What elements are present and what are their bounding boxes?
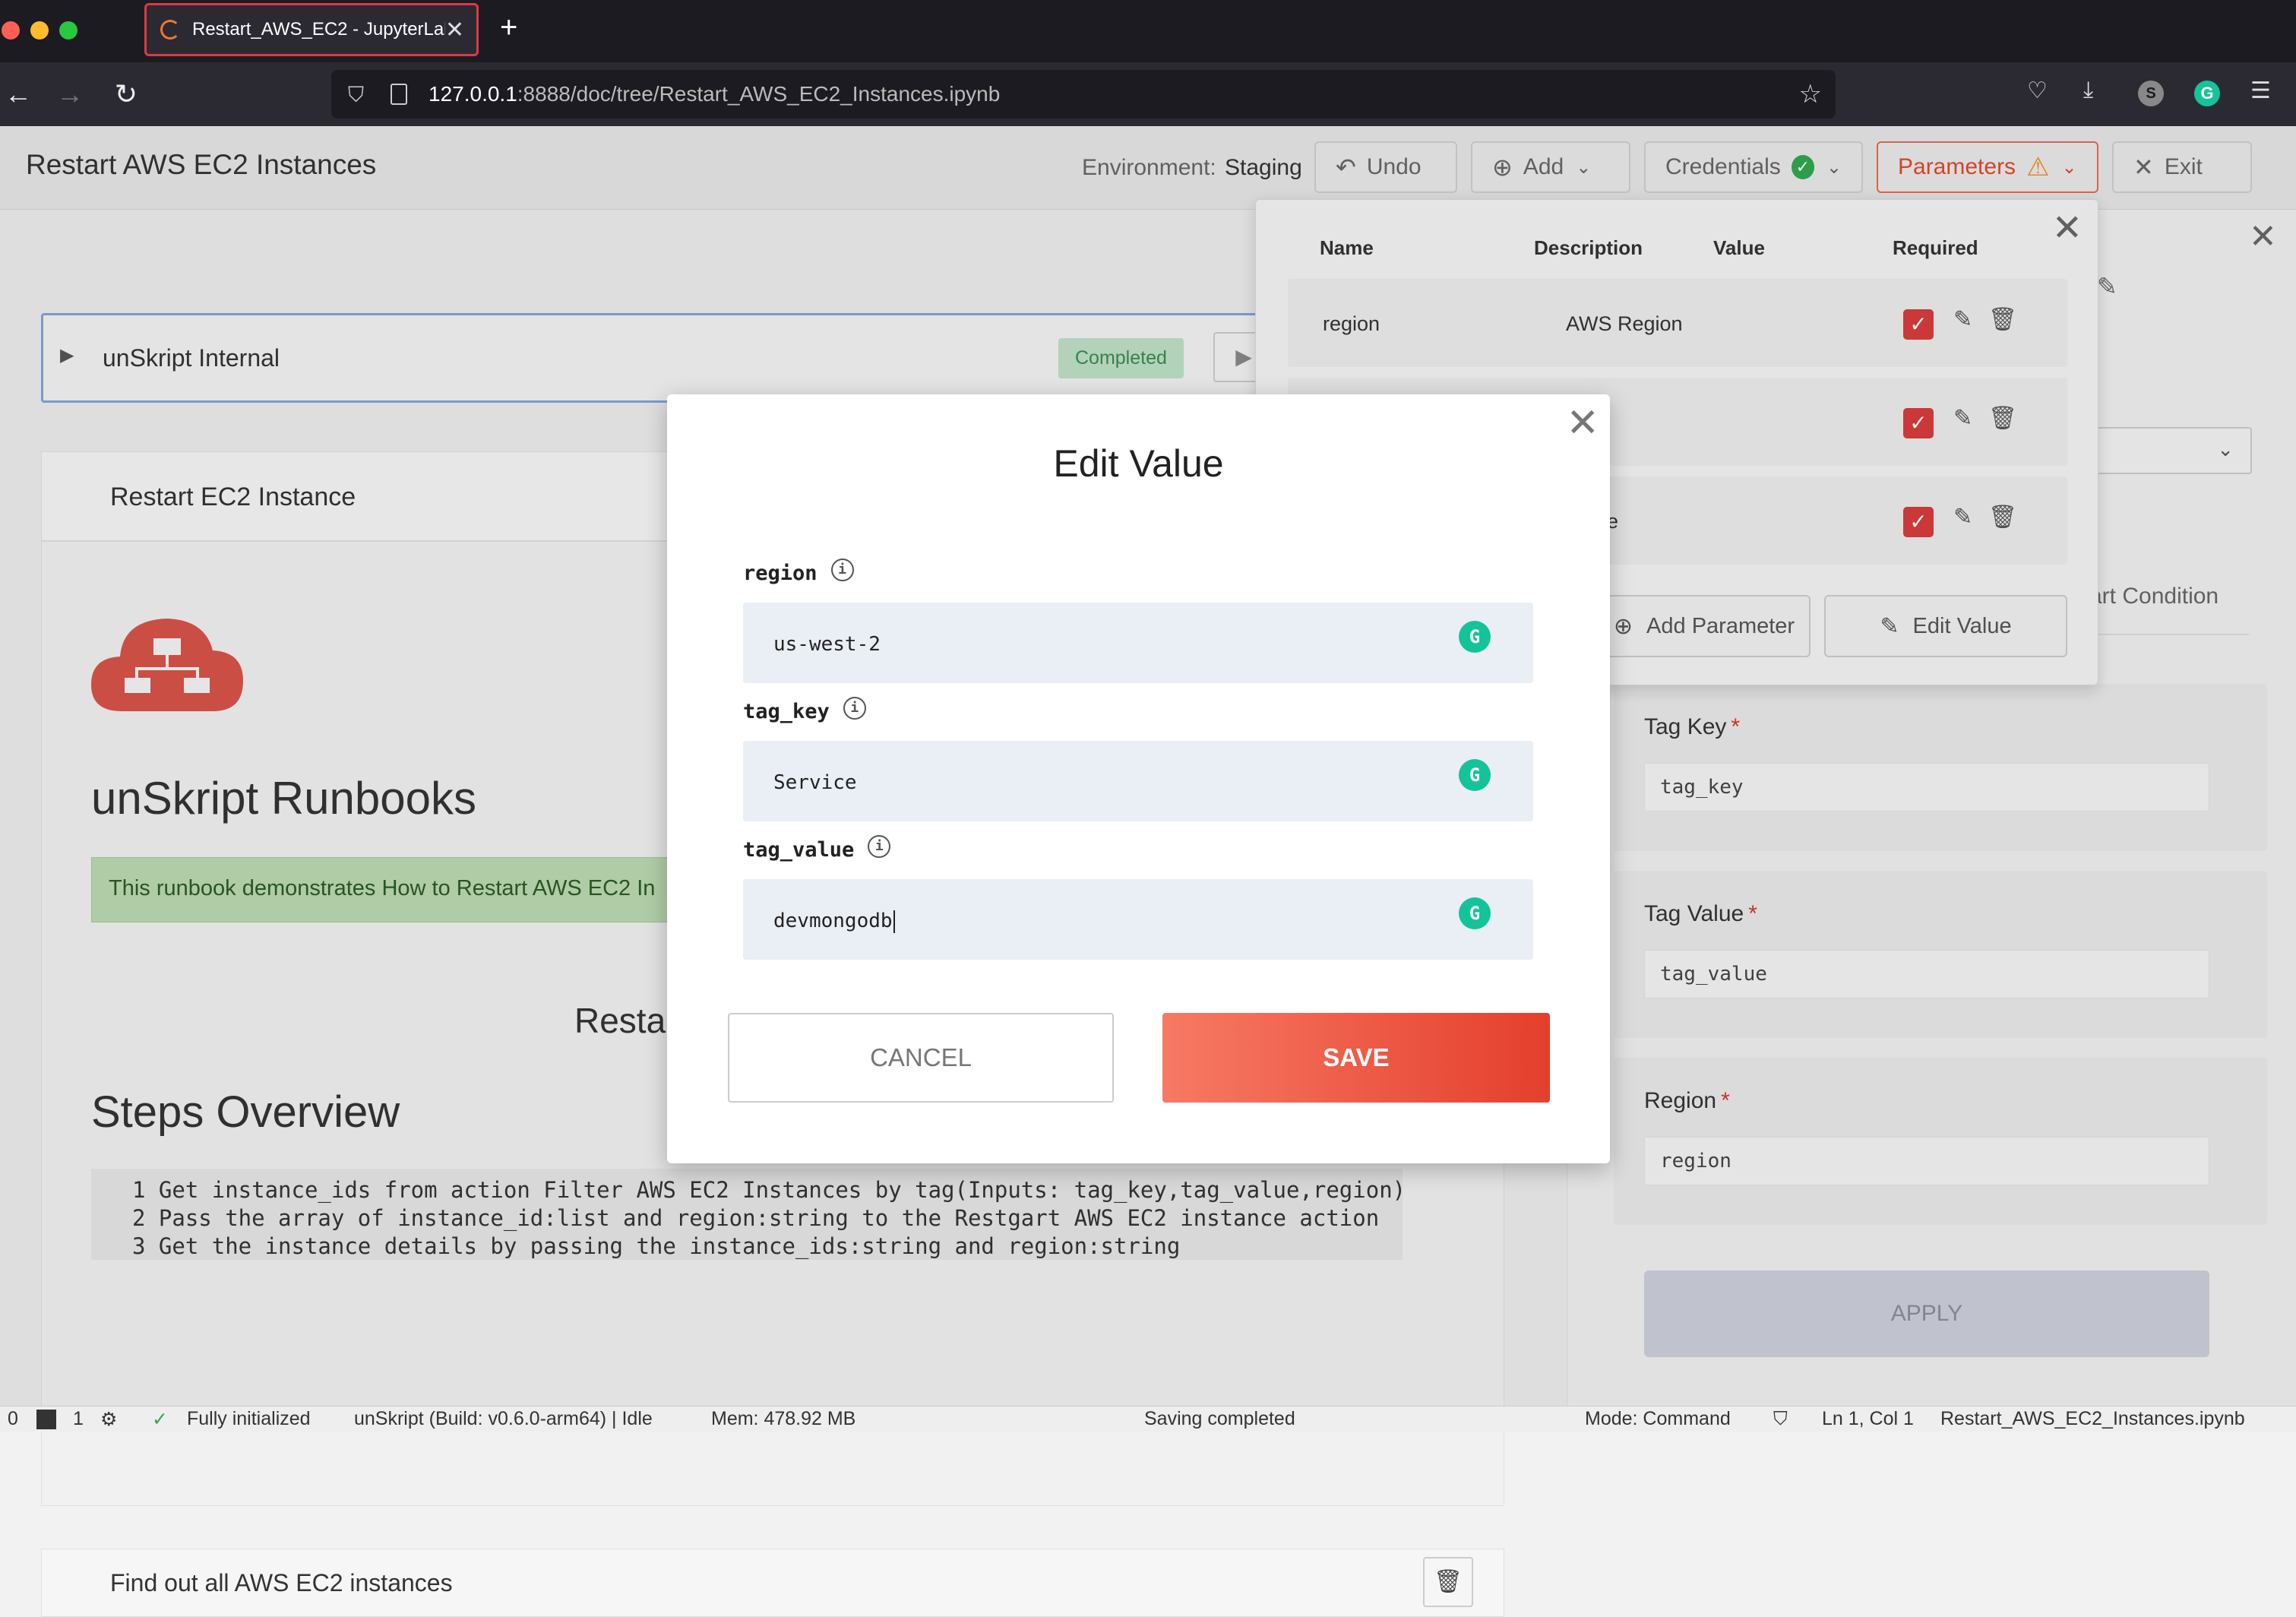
grammarly-icon[interactable]: G: [1459, 759, 1491, 791]
region-field-value: us-west-2: [773, 633, 881, 656]
tag-key-field-input[interactable]: Service G: [743, 741, 1533, 821]
mode-status[interactable]: Mode: Command: [1585, 1408, 1731, 1430]
jupyter-tab-icon: [160, 20, 180, 40]
init-status: Fully initialized: [187, 1408, 311, 1429]
url-text[interactable]: 127.0.0.1:8888/doc/tree/Restart_AWS_EC2_…: [429, 82, 1000, 106]
status-count-1: 1: [73, 1408, 84, 1429]
info-icon[interactable]: i: [830, 558, 854, 581]
tag-value-field-input[interactable]: devmongodb G: [743, 879, 1533, 960]
text-caret: [893, 910, 895, 933]
window-close-dot[interactable]: [2, 21, 20, 40]
info-icon[interactable]: i: [843, 696, 866, 720]
bookmark-star-icon[interactable]: ☆: [1799, 79, 1822, 109]
tag-value-field-label: tag_value i: [743, 834, 891, 862]
url-bar[interactable]: ⛉ 127.0.0.1:8888/doc/tree/Restart_AWS_EC…: [331, 70, 1836, 119]
kernel-status[interactable]: unSkript (Build: v0.6.0-arm64) | Idle: [354, 1408, 653, 1430]
browser-tab[interactable]: Restart_AWS_EC2 - JupyterLab ✕: [144, 3, 479, 56]
cursor-position[interactable]: Ln 1, Col 1: [1822, 1408, 1914, 1430]
tab-close-icon[interactable]: ✕: [445, 17, 464, 43]
shield-icon[interactable]: ⛉: [1773, 1408, 1788, 1430]
grammarly-icon[interactable]: G: [1459, 897, 1491, 929]
cancel-button[interactable]: CANCEL: [728, 1013, 1114, 1103]
modal-title: Edit Value: [1053, 442, 1224, 485]
window-zoom-dot[interactable]: [59, 21, 77, 40]
memory-usage: Mem: 478.92 MB: [711, 1408, 856, 1429]
status-count-0: 0: [8, 1408, 18, 1429]
kernel-chip-icon[interactable]: ⚙: [100, 1408, 117, 1431]
pocket-icon[interactable]: ♡: [2027, 78, 2048, 104]
download-icon[interactable]: ⤓: [2083, 78, 2093, 103]
check-icon: ✓: [152, 1409, 168, 1430]
window-minimize-dot[interactable]: [30, 21, 49, 40]
region-field-label: region i: [743, 558, 854, 586]
shield-icon[interactable]: ⛉: [348, 83, 369, 106]
tag-value-field-value: devmongodb: [773, 910, 893, 932]
trash-icon[interactable]: 🗑: [1423, 1557, 1473, 1607]
forward-icon[interactable]: →: [52, 76, 88, 112]
new-tab-icon[interactable]: +: [500, 11, 517, 45]
url-host: 127.0.0.1: [429, 82, 517, 106]
save-status: Saving completed: [1144, 1408, 1295, 1429]
menu-icon[interactable]: ☰: [2250, 78, 2271, 104]
profile-avatar[interactable]: S: [2138, 81, 2164, 106]
browser-nav-bar: ← → ↻ ⛉ 127.0.0.1:8888/doc/tree/Restart_…: [0, 62, 2296, 126]
back-icon[interactable]: ←: [0, 76, 36, 112]
url-path: :8888/doc/tree/Restart_AWS_EC2_Instances…: [517, 82, 1001, 106]
tab-title: Restart_AWS_EC2 - JupyterLab: [192, 19, 445, 40]
find-instances-cell[interactable]: Find out all AWS EC2 instances 🗑: [41, 1549, 1504, 1617]
close-icon[interactable]: ✕: [1566, 403, 1599, 443]
grammarly-icon[interactable]: G: [1459, 621, 1491, 653]
tag-key-field-label: tag_key i: [743, 696, 866, 724]
browser-tab-bar: Restart_AWS_EC2 - JupyterLab ✕ +: [0, 0, 2296, 62]
page-icon: [391, 84, 407, 105]
terminal-icon[interactable]: [36, 1410, 56, 1429]
reload-icon[interactable]: ↻: [108, 76, 144, 112]
info-icon[interactable]: i: [868, 834, 891, 858]
grammarly-extension-icon[interactable]: G: [2194, 81, 2220, 106]
find-instances-title: Find out all AWS EC2 instances: [110, 1569, 453, 1596]
tag-key-field-value: Service: [773, 771, 857, 794]
save-button[interactable]: SAVE: [1162, 1013, 1550, 1103]
status-bar: 0 1 ⚙ ✓ Fully initialized unSkript (Buil…: [0, 1406, 2296, 1432]
region-field-input[interactable]: us-west-2 G: [743, 603, 1533, 683]
file-name: Restart_AWS_EC2_Instances.ipynb: [1940, 1408, 2245, 1429]
edit-value-modal: ✕ Edit Value region i us-west-2 G tag_key…: [667, 394, 1610, 1163]
